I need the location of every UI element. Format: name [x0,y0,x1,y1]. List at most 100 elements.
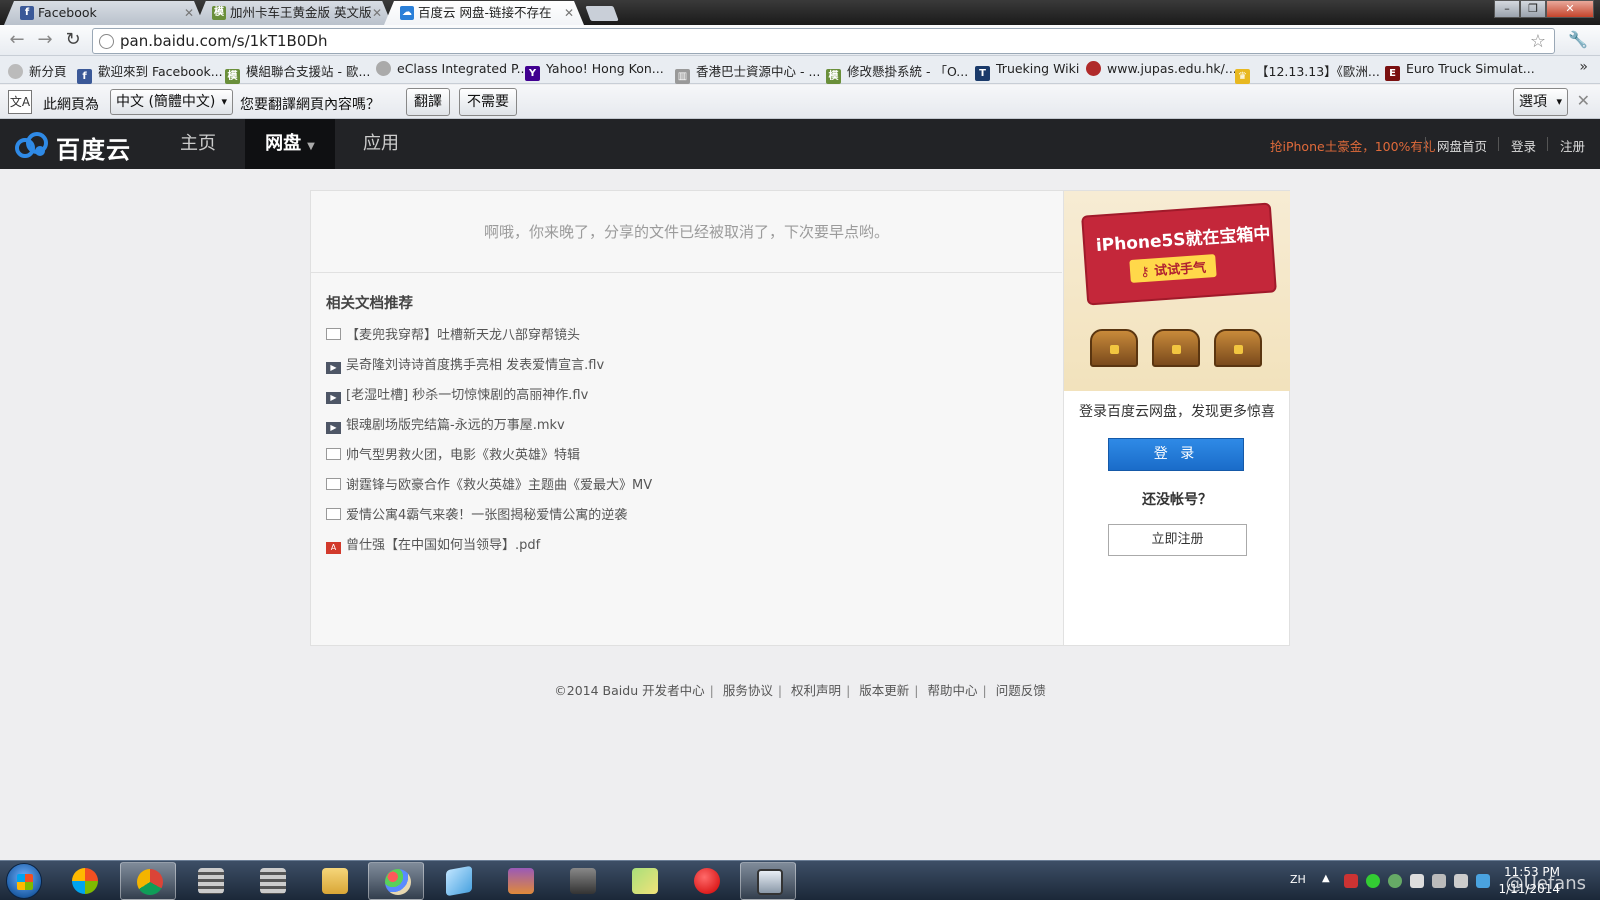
login-tagline: 登录百度云网盘，发现更多惊喜 [1079,404,1275,420]
nav-netdisk[interactable]: 网盘 ▼ [245,119,335,169]
bookmark-euro-truck[interactable]: E Euro Truck Simulat... [1385,61,1535,81]
taskbar-app-folder-2[interactable] [616,862,672,900]
tab-truck-forum[interactable]: 模 加州卡车王黄金版 英文版 ✕ [196,1,392,25]
reload-icon[interactable]: ↻ [62,30,84,52]
close-icon[interactable]: ✕ [184,1,194,25]
bookmark-yahoo[interactable]: Y Yahoo! Hong Kon... [525,61,664,81]
baidu-cloud-icon: ☁ [400,6,414,20]
document-icon [326,448,341,460]
new-page-icon [8,64,23,79]
list-item[interactable]: 帅气型男救火团，电影《救火英雄》特辑 [326,441,652,471]
treasure-chest-promo-banner[interactable]: iPhone5S就在宝箱中 ⚷ 试试手气 [1064,191,1290,391]
bookmark-eclass[interactable]: eClass Integrated P... [376,61,529,76]
nav-home[interactable]: 主页 [150,119,246,169]
bookmark-euro-news[interactable]: ♛ 【12.13.13】《歐洲... [1235,61,1380,84]
taskbar-app-monitor[interactable] [740,862,796,900]
browser-tab-bar: f Facebook ✕ 模 加州卡车王黄金版 英文版 ✕ ☁ 百度云 网盘-链… [0,0,1600,25]
iphone-promo-link[interactable]: 抢iPhone土豪金，100%有礼 [1270,136,1435,155]
divider: | [982,683,987,698]
bookmark-suspension[interactable]: 模修改懸掛系統 - 「O... [826,61,968,84]
link-expired-notice: 啊哦，你来晚了，分享的文件已经被取消了，下次要早点哟。 [311,191,1062,273]
address-bar[interactable]: pan.baidu.com/s/1kT1B0Dh ☆ [92,28,1555,54]
footer-link-developers[interactable]: 开发者中心 [642,683,705,698]
taskbar-app-paint[interactable] [368,862,424,900]
chevron-right-icon[interactable]: » [1579,59,1588,75]
start-button[interactable] [6,863,42,899]
taskbar-app-record[interactable] [678,862,734,900]
taskbar-app-notepad[interactable] [430,862,486,900]
list-item[interactable]: A 曾仕强【在中国如何当领导】.pdf [326,531,652,561]
device-icon[interactable] [1410,874,1424,888]
footer-link-feedback[interactable]: 问题反馈 [996,683,1046,698]
footer-link-terms[interactable]: 服务协议 [723,683,773,698]
bookmark-new-page[interactable]: 新分頁 [8,61,67,80]
bookmark-jupas[interactable]: www.jupas.edu.hk/... [1086,61,1237,76]
video-file-icon: ▶ [326,392,341,404]
input-language[interactable]: ZH [1290,873,1306,886]
bookmark-star-icon[interactable]: ☆ [1530,31,1546,52]
decline-translate-button[interactable]: 不需要 [459,88,517,116]
taskbar-app-calc-1[interactable] [182,862,238,900]
page-info-icon[interactable] [99,34,114,49]
nav-apps[interactable]: 应用 [335,119,427,169]
list-item[interactable]: 爱情公寓4霸气来袭！一张图揭秘爱情公寓的逆袭 [326,501,652,531]
related-docs-list: 【麦兜我穿帮】吐槽新天龙八部穿帮镜头 ▶ 吴奇隆刘诗诗首度携手亮相 发表爱情宣言.… [326,321,652,561]
dropbox-icon[interactable] [1476,874,1490,888]
list-item[interactable]: ▶ 银魂剧场版完结篇-永远的万事屋.mkv [326,411,652,441]
folder-icon [322,868,348,894]
bookmark-trueking[interactable]: T Trueking Wiki [975,61,1079,81]
wrench-menu-icon[interactable]: 🔧 [1568,30,1588,49]
footer-link-help[interactable]: 帮助中心 [927,683,977,698]
list-item[interactable]: 【麦兜我穿帮】吐槽新天龙八部穿帮镜头 [326,321,652,351]
divider [1547,137,1548,151]
list-item[interactable]: ▶ [老湿吐槽] 秒杀一切惊悚剧的高丽神作.flv [326,381,652,411]
key-icon: ⚷ [1139,264,1155,281]
tray-app-icon[interactable] [1388,874,1402,888]
register-button[interactable]: 立即注册 [1108,524,1247,556]
bookmark-bus-centre[interactable]: ▥ 香港巴士資源中心 - ... [675,61,820,84]
document-icon [326,328,341,340]
bookmark-facebook[interactable]: f 歡迎來到 Facebook... [77,61,223,84]
restore-button[interactable]: ❐ [1520,0,1546,18]
bookmark-mod-forum[interactable]: 模模組聯合支援站 - 歐... [225,61,370,84]
footer-link-updates[interactable]: 版本更新 [859,683,909,698]
copyright: ©2014 Baidu [554,683,639,698]
taskbar-app-folder[interactable] [306,862,362,900]
list-item[interactable]: ▶ 吴奇隆刘诗诗首度携手亮相 发表爱情宣言.flv [326,351,652,381]
taskbar-app-chrome[interactable] [120,862,176,900]
register-link[interactable]: 注册 [1560,136,1585,155]
tray-app-icon[interactable] [1366,874,1380,888]
back-arrow-icon[interactable]: ← [6,30,28,52]
action-center-flag-icon[interactable] [1344,874,1358,888]
network-icon[interactable] [1432,874,1446,888]
close-icon[interactable]: ✕ [372,1,382,25]
taskbar-app-explorer[interactable] [56,862,112,900]
tab-facebook[interactable]: f Facebook ✕ [4,1,204,25]
login-button[interactable]: 登 录 [1108,438,1244,471]
new-tab-button[interactable] [585,6,619,21]
close-icon[interactable]: ✕ [564,1,574,25]
forward-arrow-icon[interactable]: → [34,30,56,52]
taskbar-app-truck-game[interactable] [554,862,610,900]
tab-title: 百度云 网盘-链接不存在 [418,5,552,20]
taskbar-app-calc-2[interactable] [244,862,300,900]
language-select[interactable]: 中文 (簡體中文) [110,89,233,115]
taskbar-app-winrar[interactable] [492,862,548,900]
close-icon[interactable]: ✕ [1577,91,1590,110]
chevron-down-icon: ▼ [307,141,315,152]
translate-options-button[interactable]: 選項 [1513,88,1568,116]
footer-link-rights[interactable]: 权利声明 [791,683,841,698]
chevron-up-icon[interactable]: ▲ [1322,873,1330,884]
volume-icon[interactable] [1454,874,1468,888]
tab-baidu-cloud[interactable]: ☁ 百度云 网盘-链接不存在 ✕ [384,1,584,25]
url-text[interactable]: pan.baidu.com/s/1kT1B0Dh [120,32,327,50]
divider: | [914,683,919,698]
list-item[interactable]: 谢霆锋与欧豪合作《救火英雄》主题曲《爱最大》MV [326,471,652,501]
login-link[interactable]: 登录 [1511,136,1536,155]
netdisk-home-link[interactable]: 网盘首页 [1437,136,1487,155]
translate-prefix: 此網頁為 [43,97,99,113]
window-close-button[interactable]: ✕ [1546,0,1594,18]
translate-button[interactable]: 翻譯 [406,88,450,116]
minimize-button[interactable]: – [1494,0,1520,18]
tab-title: 加州卡车王黄金版 英文版 [230,5,372,20]
